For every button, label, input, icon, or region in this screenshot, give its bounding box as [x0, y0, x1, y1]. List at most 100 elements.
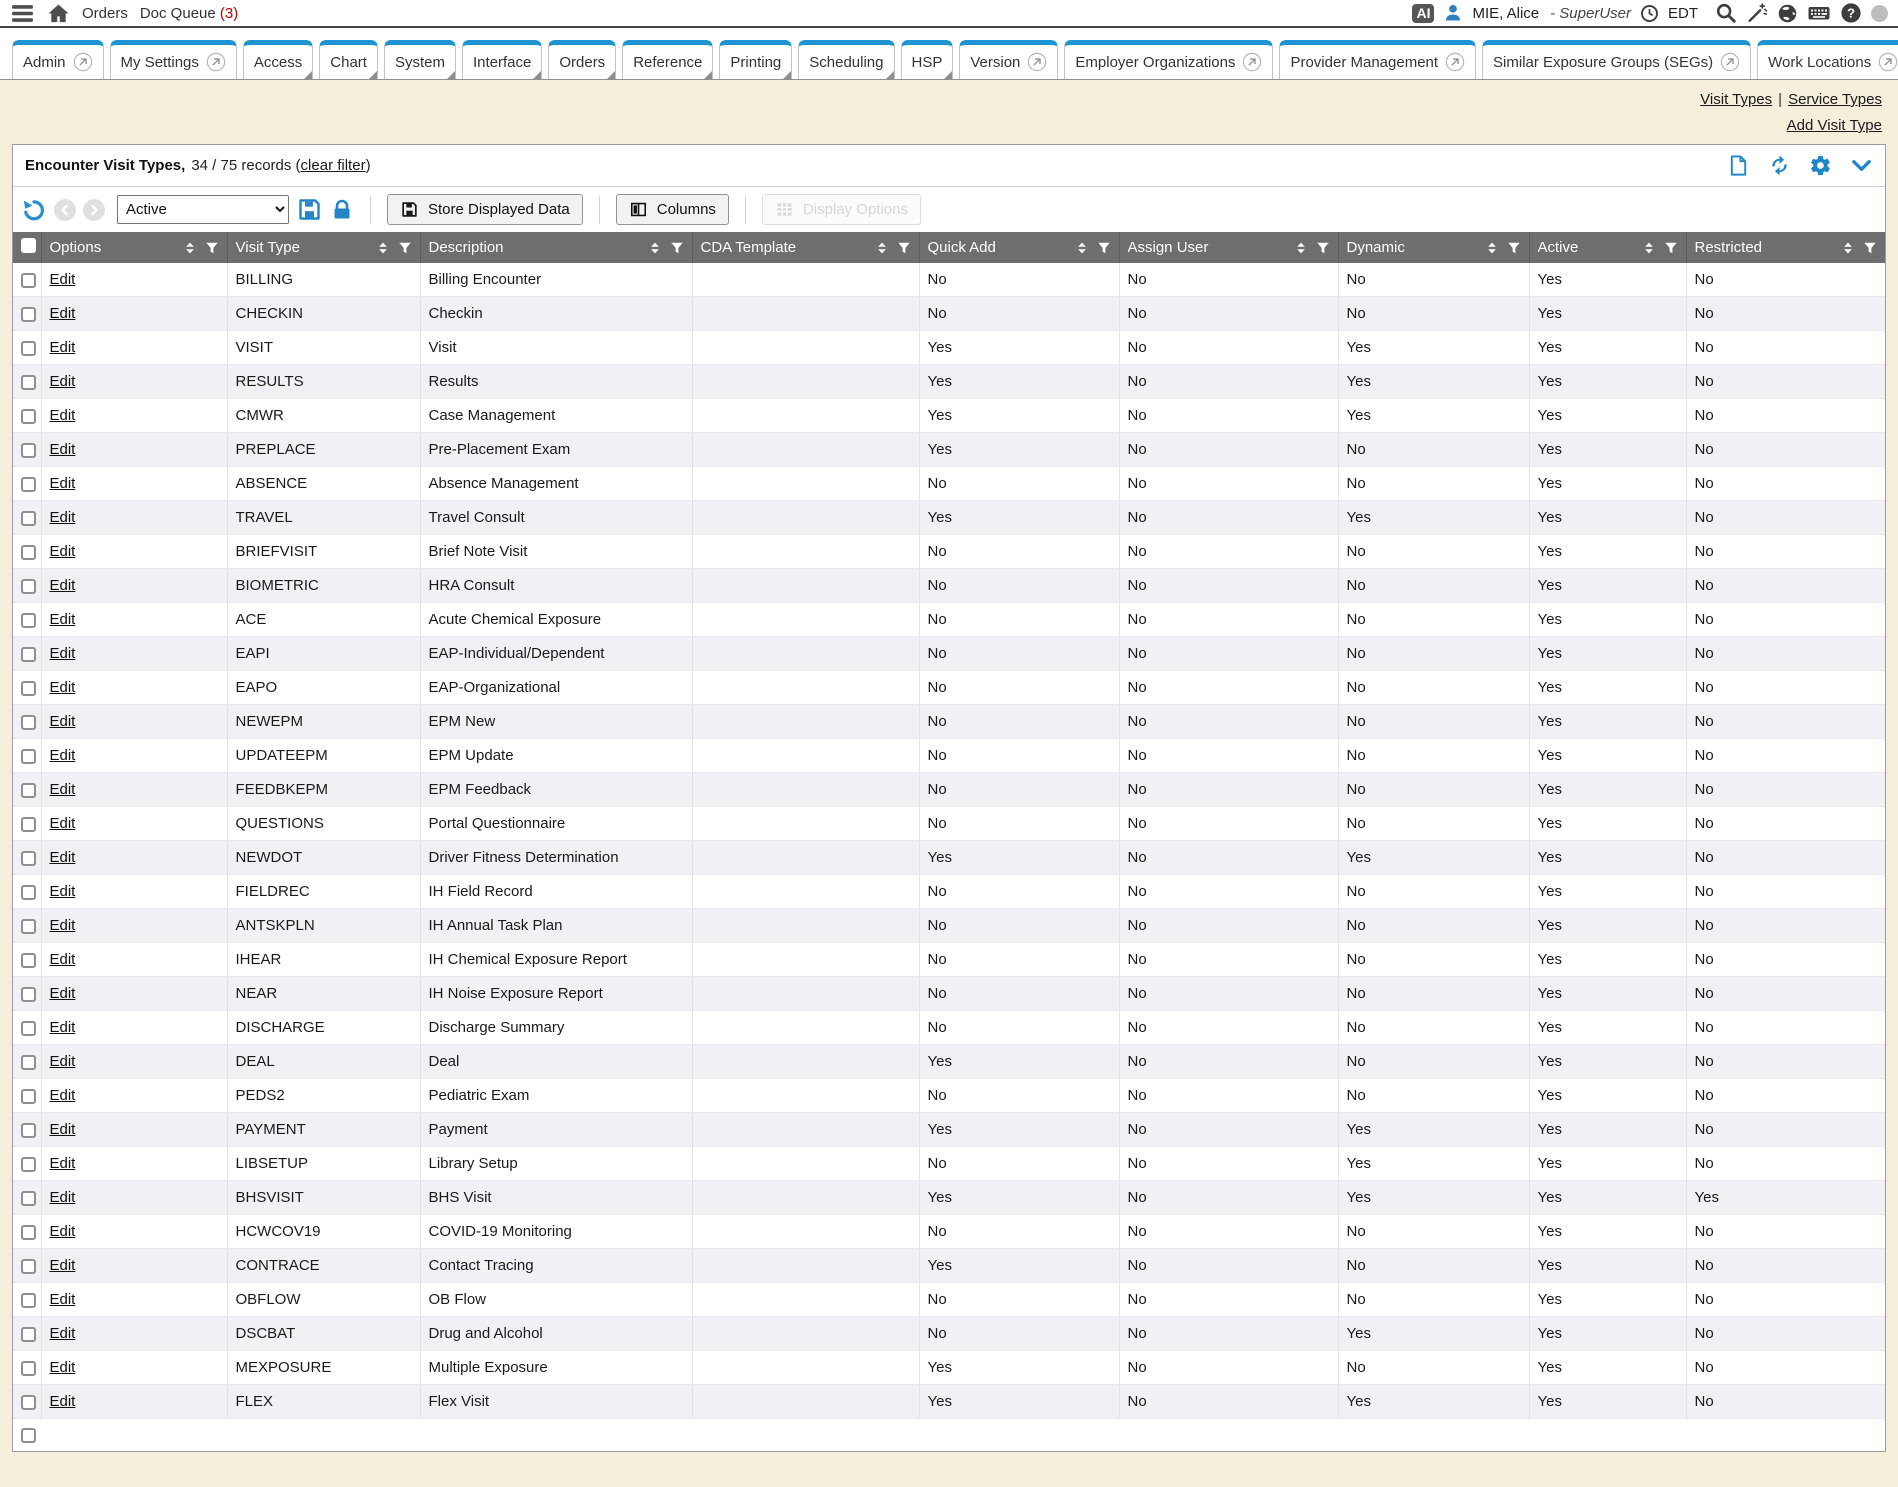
sort-icon[interactable]	[1294, 241, 1308, 255]
tab-hsp[interactable]: HSP	[901, 40, 954, 79]
row-checkbox[interactable]	[21, 375, 36, 390]
columns-button[interactable]: Columns	[616, 194, 729, 225]
user-icon[interactable]	[1443, 3, 1463, 23]
edit-link[interactable]: Edit	[50, 1019, 76, 1036]
edit-link[interactable]: Edit	[50, 271, 76, 288]
edit-link[interactable]: Edit	[50, 543, 76, 560]
column-header-restricted[interactable]: Restricted	[1686, 232, 1885, 263]
gear-icon[interactable]	[1809, 154, 1832, 177]
filter-icon[interactable]	[897, 241, 911, 255]
filter-icon[interactable]	[1507, 241, 1521, 255]
row-checkbox[interactable]	[21, 1225, 36, 1240]
edit-link[interactable]: Edit	[50, 1189, 76, 1206]
edit-link[interactable]: Edit	[50, 339, 76, 356]
edit-link[interactable]: Edit	[50, 985, 76, 1002]
row-checkbox[interactable]	[21, 817, 36, 832]
row-checkbox[interactable]	[21, 545, 36, 560]
next-button[interactable]	[83, 199, 105, 221]
external-link-icon[interactable]	[206, 52, 226, 72]
clock-icon[interactable]	[1640, 4, 1659, 23]
saved-filter-select[interactable]: Active	[117, 195, 289, 224]
row-checkbox[interactable]	[21, 1361, 36, 1376]
sort-icon[interactable]	[1841, 241, 1855, 255]
tab-interface[interactable]: Interface	[462, 40, 542, 79]
row-checkbox[interactable]	[21, 341, 36, 356]
store-displayed-data-button[interactable]: Store Displayed Data	[387, 194, 583, 225]
tab-chart[interactable]: Chart	[319, 40, 378, 79]
external-link-icon[interactable]	[1878, 52, 1898, 72]
row-checkbox[interactable]	[21, 1089, 36, 1104]
chevron-down-icon[interactable]	[1850, 154, 1873, 177]
column-header-quick-add[interactable]: Quick Add	[919, 232, 1119, 263]
row-checkbox[interactable]	[21, 1021, 36, 1036]
previous-button[interactable]	[54, 199, 76, 221]
edit-link[interactable]: Edit	[50, 305, 76, 322]
row-checkbox[interactable]	[21, 511, 36, 526]
external-link-icon[interactable]	[1445, 52, 1465, 72]
edit-link[interactable]: Edit	[50, 1121, 76, 1138]
row-checkbox[interactable]	[21, 681, 36, 696]
help-icon[interactable]: ?	[1840, 2, 1862, 24]
edit-link[interactable]: Edit	[50, 645, 76, 662]
tab-scheduling[interactable]: Scheduling	[798, 40, 894, 79]
edit-link[interactable]: Edit	[50, 1393, 76, 1410]
edit-link[interactable]: Edit	[50, 917, 76, 934]
user-name[interactable]: MIE, Alice	[1472, 5, 1539, 22]
edit-link[interactable]: Edit	[50, 1053, 76, 1070]
edit-link[interactable]: Edit	[50, 883, 76, 900]
filter-icon[interactable]	[1863, 241, 1877, 255]
hamburger-menu-icon[interactable]	[10, 1, 35, 26]
edit-link[interactable]: Edit	[50, 1223, 76, 1240]
external-link-icon[interactable]	[1027, 52, 1047, 72]
menu-item-doc-queue[interactable]: Doc Queue (3)	[140, 5, 238, 22]
filter-icon[interactable]	[1664, 241, 1678, 255]
edit-link[interactable]: Edit	[50, 577, 76, 594]
row-checkbox[interactable]	[21, 613, 36, 628]
row-checkbox[interactable]	[21, 715, 36, 730]
edit-link[interactable]: Edit	[50, 407, 76, 424]
select-all-checkbox[interactable]	[21, 238, 36, 253]
column-header-active[interactable]: Active	[1529, 232, 1686, 263]
row-checkbox[interactable]	[21, 987, 36, 1002]
row-checkbox[interactable]	[21, 953, 36, 968]
row-checkbox[interactable]	[21, 1259, 36, 1274]
row-checkbox[interactable]	[21, 307, 36, 322]
tab-version[interactable]: Version	[959, 40, 1058, 79]
edit-link[interactable]: Edit	[50, 373, 76, 390]
edit-link[interactable]: Edit	[50, 1325, 76, 1342]
edit-link[interactable]: Edit	[50, 713, 76, 730]
edit-link[interactable]: Edit	[50, 1155, 76, 1172]
external-link-icon[interactable]	[73, 52, 93, 72]
row-checkbox[interactable]	[21, 443, 36, 458]
add-visit-type-link[interactable]: Add Visit Type	[1787, 117, 1882, 134]
tab-similar-exposure-groups-segs[interactable]: Similar Exposure Groups (SEGs)	[1482, 40, 1751, 79]
row-checkbox[interactable]	[21, 273, 36, 288]
edit-link[interactable]: Edit	[50, 475, 76, 492]
row-checkbox[interactable]	[21, 749, 36, 764]
ai-badge[interactable]: AI	[1412, 4, 1434, 23]
row-checkbox[interactable]	[21, 647, 36, 662]
edit-link[interactable]: Edit	[50, 509, 76, 526]
row-checkbox[interactable]	[21, 1123, 36, 1138]
edit-link[interactable]: Edit	[50, 611, 76, 628]
row-checkbox[interactable]	[21, 919, 36, 934]
sort-icon[interactable]	[875, 241, 889, 255]
menu-item-orders[interactable]: Orders	[82, 5, 128, 22]
search-icon[interactable]	[1715, 2, 1737, 24]
edit-link[interactable]: Edit	[50, 1087, 76, 1104]
edit-link[interactable]: Edit	[50, 1359, 76, 1376]
row-checkbox[interactable]	[21, 851, 36, 866]
new-document-icon[interactable]	[1727, 154, 1750, 177]
column-header-visit-type[interactable]: Visit Type	[227, 232, 420, 263]
edit-link[interactable]: Edit	[50, 679, 76, 696]
sort-icon[interactable]	[183, 241, 197, 255]
edit-link[interactable]: Edit	[50, 1291, 76, 1308]
row-checkbox[interactable]	[21, 1055, 36, 1070]
row-checkbox[interactable]	[21, 783, 36, 798]
tab-reference[interactable]: Reference	[622, 40, 713, 79]
edit-link[interactable]: Edit	[50, 849, 76, 866]
home-icon[interactable]	[47, 2, 70, 25]
filter-icon[interactable]	[1097, 241, 1111, 255]
visit-types-link[interactable]: Visit Types	[1700, 91, 1772, 108]
filter-icon[interactable]	[205, 241, 219, 255]
